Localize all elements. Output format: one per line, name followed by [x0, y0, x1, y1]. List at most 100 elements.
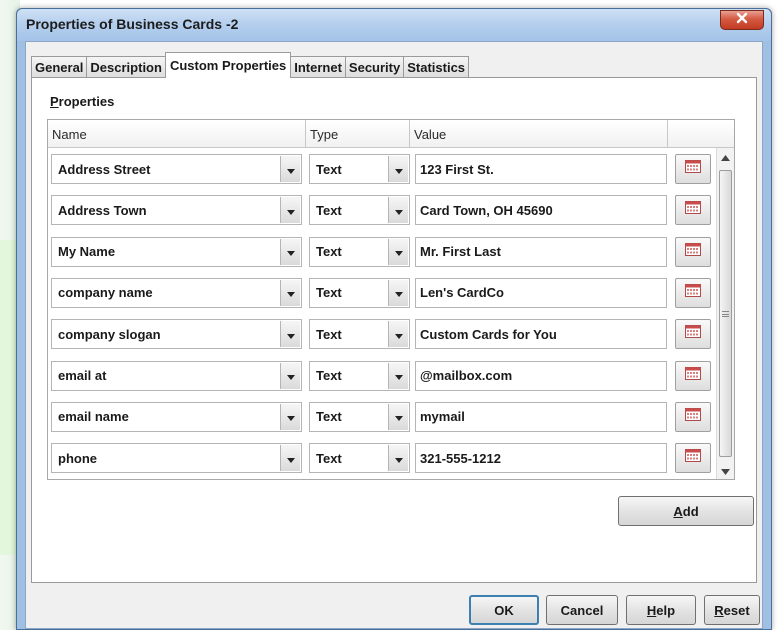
help-rest: elp — [656, 602, 676, 618]
type-dropdown-button[interactable] — [388, 238, 408, 265]
tab-internet[interactable]: Internet — [290, 56, 346, 78]
tab-security[interactable]: Security — [344, 56, 405, 78]
type-dropdown-button[interactable] — [388, 156, 408, 182]
add-button[interactable]: Add — [618, 496, 754, 526]
name-dropdown-button[interactable] — [280, 279, 300, 306]
property-name-combo[interactable]: company name — [51, 277, 302, 308]
edit-value-button[interactable] — [675, 236, 711, 267]
property-value-field[interactable]: Mr. First Last — [415, 236, 667, 267]
chevron-down-icon — [394, 244, 403, 259]
close-button[interactable] — [720, 10, 764, 30]
property-name-text: company name — [58, 285, 153, 301]
type-dropdown-button[interactable] — [388, 403, 408, 430]
tab-general[interactable]: General — [31, 56, 88, 78]
reset-button[interactable]: Reset — [704, 595, 760, 625]
name-dropdown-button[interactable] — [280, 362, 300, 389]
scroll-grip-icon — [722, 310, 729, 317]
edit-value-button[interactable] — [675, 319, 711, 350]
property-type-combo[interactable]: Text — [309, 277, 410, 308]
reset-mnemonic: R — [714, 602, 724, 618]
property-value-field[interactable]: Card Town, OH 45690 — [415, 195, 667, 226]
column-header-type[interactable]: Type — [306, 120, 410, 148]
property-value-field[interactable]: 321-555-1212 — [415, 443, 667, 474]
scroll-down-button[interactable] — [717, 462, 734, 479]
grid-header: Name Type Value — [48, 120, 734, 148]
property-name-combo[interactable]: phone — [51, 443, 302, 474]
tab-statistics[interactable]: Statistics — [403, 56, 470, 78]
chevron-down-icon — [286, 368, 295, 383]
property-row: My Name Text Mr. First Last — [48, 233, 716, 274]
name-dropdown-button[interactable] — [280, 321, 300, 348]
property-type-combo[interactable]: Text — [309, 319, 410, 350]
property-value-field[interactable]: Len's CardCo — [415, 277, 667, 308]
property-value-field[interactable]: 123 First St. — [415, 154, 667, 184]
edit-value-button[interactable] — [675, 443, 711, 474]
chevron-down-icon — [394, 162, 403, 177]
title-bar[interactable]: Properties of Business Cards -2 — [17, 9, 771, 41]
property-name-combo[interactable]: Address Street — [51, 154, 302, 184]
property-name-combo[interactable]: My Name — [51, 236, 302, 267]
property-type-text: Text — [316, 285, 342, 301]
property-name-combo[interactable]: Address Town — [51, 195, 302, 226]
property-value-field[interactable]: Custom Cards for You — [415, 319, 667, 350]
vertical-scrollbar[interactable] — [716, 148, 734, 479]
property-name-text: Address Town — [58, 202, 147, 218]
type-dropdown-button[interactable] — [388, 321, 408, 348]
scroll-up-icon — [721, 148, 730, 166]
edit-value-button[interactable] — [675, 401, 711, 432]
help-button[interactable]: Help — [626, 595, 696, 625]
edit-value-button[interactable] — [675, 154, 711, 184]
property-type-combo[interactable]: Text — [309, 154, 410, 184]
property-name-text: phone — [58, 450, 97, 466]
property-type-text: Text — [316, 161, 342, 177]
property-name-text: email name — [58, 409, 129, 425]
property-type-combo[interactable]: Text — [309, 443, 410, 474]
edit-value-button[interactable] — [675, 360, 711, 391]
chevron-down-icon — [394, 368, 403, 383]
name-dropdown-button[interactable] — [280, 403, 300, 430]
property-name-text: email at — [58, 368, 107, 383]
calendar-icon — [685, 366, 701, 385]
name-dropdown-button[interactable] — [280, 156, 300, 182]
name-dropdown-button[interactable] — [280, 238, 300, 265]
type-dropdown-button[interactable] — [388, 362, 408, 389]
name-dropdown-button[interactable] — [280, 197, 300, 224]
property-row: Address Town Text Card Town, OH 45690 — [48, 191, 716, 232]
property-name-text: Address Street — [58, 161, 151, 177]
property-value-field[interactable]: mymail — [415, 401, 667, 432]
property-name-combo[interactable]: company slogan — [51, 319, 302, 350]
property-type-combo[interactable]: Text — [309, 236, 410, 267]
property-value-field[interactable]: @mailbox.com — [415, 360, 667, 391]
property-type-combo[interactable]: Text — [309, 195, 410, 226]
calendar-icon — [685, 449, 701, 467]
help-mnemonic: H — [646, 602, 657, 618]
type-dropdown-button[interactable] — [388, 197, 408, 224]
tab-custom-properties[interactable]: Custom Properties — [164, 52, 292, 78]
property-type-combo[interactable]: Text — [309, 401, 410, 432]
cancel-button[interactable]: Cancel — [546, 595, 618, 625]
type-dropdown-button[interactable] — [388, 445, 408, 472]
ok-button[interactable]: OK — [469, 595, 539, 625]
scroll-thumb[interactable] — [719, 170, 732, 457]
edit-value-button[interactable] — [675, 277, 711, 308]
properties-label-rest: roperties — [58, 94, 115, 109]
column-header-value[interactable]: Value — [410, 120, 668, 148]
name-dropdown-button[interactable] — [280, 445, 300, 472]
property-type-text: Text — [316, 450, 342, 466]
calendar-icon — [685, 283, 701, 302]
type-dropdown-button[interactable] — [388, 279, 408, 306]
property-type-text: Text — [316, 244, 342, 260]
property-row: Address Street Text 123 First St. — [48, 150, 716, 191]
edit-value-button[interactable] — [675, 195, 711, 226]
tab-description[interactable]: Description — [86, 56, 166, 78]
properties-dialog: Properties of Business Cards -2 General … — [16, 8, 772, 630]
add-mnemonic: A — [673, 503, 683, 519]
property-name-combo[interactable]: email name — [51, 401, 302, 432]
scroll-up-button[interactable] — [717, 148, 734, 165]
column-header-name[interactable]: Name — [48, 120, 306, 148]
calendar-icon — [685, 407, 701, 426]
property-name-combo[interactable]: email at — [51, 360, 302, 391]
chevron-down-icon — [394, 285, 403, 300]
property-type-combo[interactable]: Text — [309, 360, 410, 391]
chevron-down-icon — [394, 327, 403, 342]
